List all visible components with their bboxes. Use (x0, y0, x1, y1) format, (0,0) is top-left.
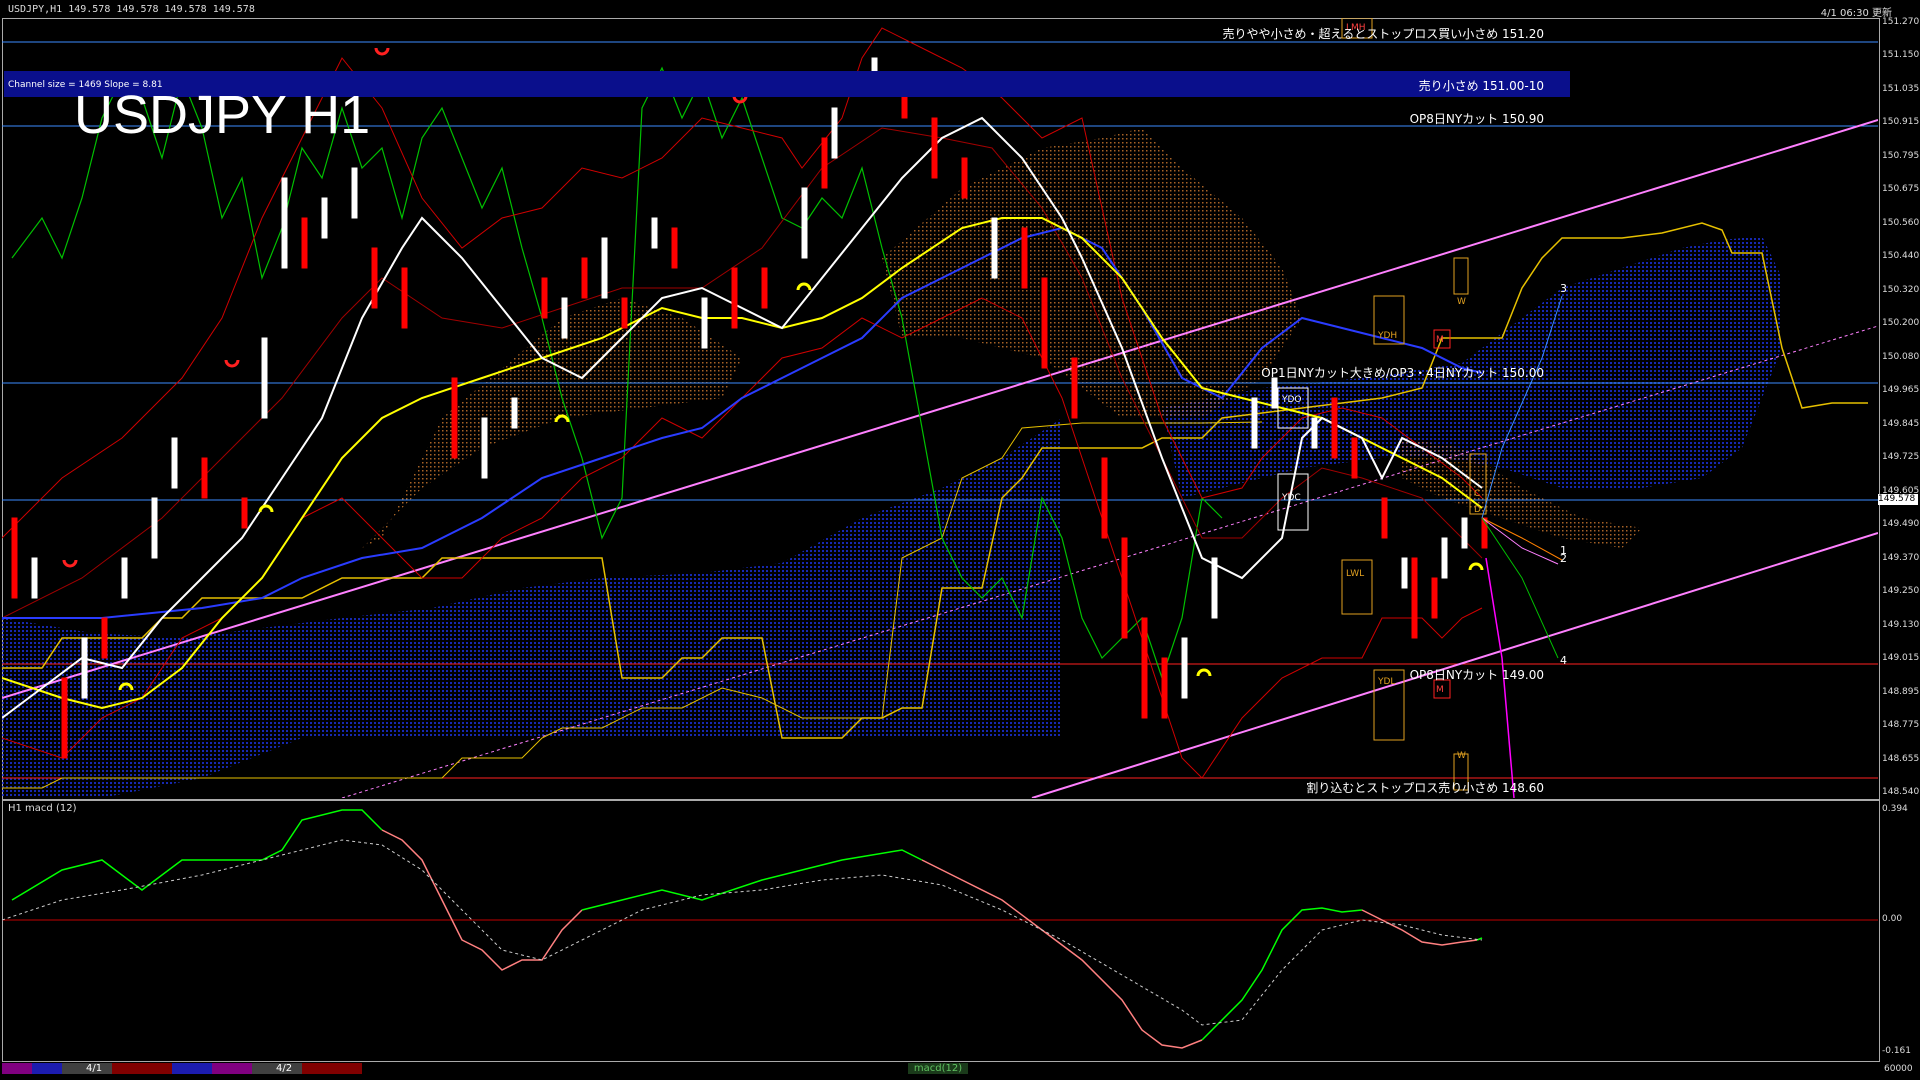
price-tick: 148.895 (1882, 686, 1920, 697)
box-label-c: C (1474, 489, 1480, 499)
price-tick: 150.320 (1882, 284, 1920, 295)
level-text-148-60: 割り込むとストップロス売り小さめ 148.60 (1306, 781, 1544, 795)
level-text-150-90: OP8日NYカット 150.90 (1409, 112, 1544, 126)
price-tick: 150.795 (1882, 150, 1920, 161)
current-price-label: 149.578 (1878, 494, 1918, 505)
indicator-scroll-tab[interactable]: macd(12) (908, 1063, 968, 1074)
price-tick: 149.370 (1882, 552, 1920, 563)
kumo-blue-left (2, 418, 1062, 798)
price-tick: 150.200 (1882, 318, 1920, 329)
price-tick: 149.015 (1882, 653, 1920, 664)
bottom-right-value: 60000 (1884, 1064, 1913, 1074)
box-label-ydc: YDC (1281, 493, 1301, 503)
box-label-m1: M (1436, 335, 1444, 345)
price-tick: 148.775 (1882, 720, 1920, 731)
period-separator-bar: 4/1 4/2 macd(12) (2, 1063, 1878, 1079)
level-text-151-20: 売りやや小さめ・超えるとストップロス買い小さめ 151.20 (1222, 27, 1544, 41)
box-label-ydl: YDL (1377, 677, 1395, 687)
symbol-info: USDJPY,H1 149.578 149.578 149.578 149.57… (8, 4, 255, 15)
price-tick: 149.725 (1882, 452, 1920, 463)
box-label-ydo: YDO (1281, 395, 1302, 405)
wave-label-2: 2 (1560, 552, 1567, 565)
price-tick: 148.655 (1882, 753, 1920, 764)
macd-line-green-3 (1201, 907, 1363, 1041)
price-tick: 150.440 (1882, 251, 1920, 262)
macd-tick-bottom: -0.161 (1882, 1046, 1912, 1056)
level-text-151-00: 売り小さめ 151.00-10 (1418, 79, 1544, 93)
macd-axis: 0.394 0.00 -0.161 (1878, 800, 1920, 1060)
kumo-orange-left (302, 298, 742, 578)
box-label-ydh: YDH (1377, 331, 1397, 341)
macd-line-pink-3 (1361, 909, 1478, 946)
box-label-d: D (1474, 505, 1481, 515)
date-label-4-1: 4/1 (86, 1063, 103, 1074)
price-tick: 151.270 (1882, 17, 1920, 27)
macd-svg[interactable] (2, 800, 1878, 1060)
price-tick: 151.035 (1882, 83, 1920, 94)
macd-line-pink-2 (921, 859, 1203, 1049)
price-tick: 148.540 (1882, 787, 1920, 797)
box-label-w1: W (1457, 297, 1466, 307)
wave-label-4: 4 (1560, 654, 1567, 667)
price-axis: 151.270 151.150 151.035 150.915 150.795 150.6… (1878, 17, 1920, 798)
level-text-150-00: OP1日NYカット大きめ/OP3・4日NYカット 150.00 (1261, 366, 1544, 380)
macd-line-pink (381, 829, 583, 971)
kumo-orange-upper (882, 128, 1302, 418)
price-tick: 149.130 (1882, 619, 1920, 630)
price-tick: 150.560 (1882, 217, 1920, 228)
price-tick: 149.965 (1882, 385, 1920, 396)
macd-signal (2, 839, 1483, 1026)
macd-line-green-2 (581, 849, 923, 911)
box-label-m2: M (1436, 685, 1444, 695)
price-tick: 151.150 (1882, 50, 1920, 61)
price-tick: 149.845 (1882, 418, 1920, 429)
box-label-w2: W (1457, 751, 1466, 761)
price-tick: 150.915 (1882, 117, 1920, 128)
price-tick: 149.250 (1882, 586, 1920, 597)
macd-tick-zero: 0.00 (1882, 914, 1903, 924)
box-label-lwl: LWL (1346, 569, 1364, 579)
macd-line-green (11, 809, 383, 901)
price-tick: 150.675 (1882, 184, 1920, 195)
macd-tick-top: 0.394 (1882, 804, 1908, 814)
date-label-4-2: 4/2 (276, 1063, 293, 1074)
level-text-149-00: OP8日NYカット 149.00 (1409, 668, 1544, 682)
price-tick: 150.080 (1882, 351, 1920, 362)
chart-title: USDJPY H1 (74, 85, 371, 145)
wave-label-3: 3 (1560, 282, 1567, 295)
price-tick: 149.490 (1882, 519, 1920, 530)
